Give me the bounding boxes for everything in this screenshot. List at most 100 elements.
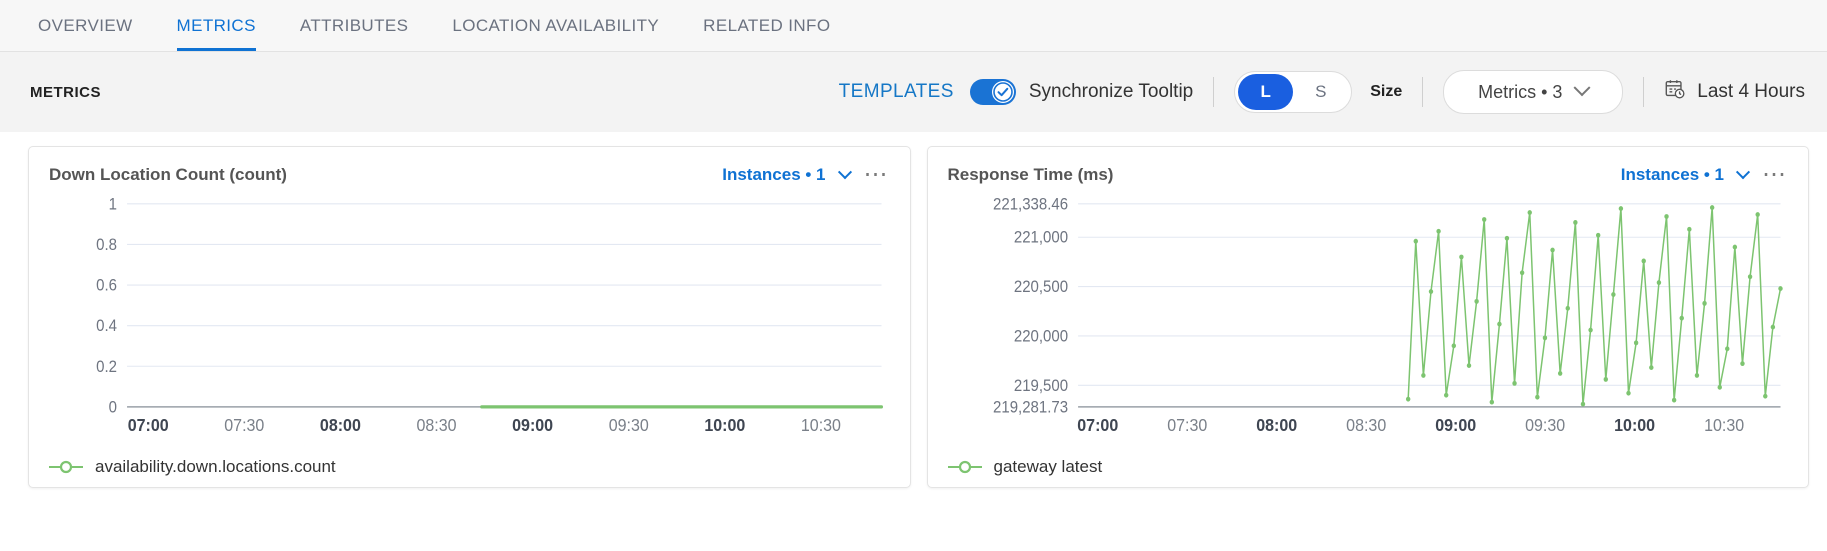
series-point — [1618, 206, 1623, 211]
instances-selector[interactable]: Instances • 1 — [722, 165, 825, 185]
tab-metrics[interactable]: METRICS — [155, 0, 278, 51]
tab-metrics-label: METRICS — [176, 15, 256, 35]
series-point — [1595, 232, 1600, 238]
series-point — [1572, 220, 1578, 225]
series-point — [1496, 321, 1502, 327]
x-axis-tick-label: 07:00 — [1077, 415, 1118, 435]
templates-button[interactable]: TEMPLATES — [839, 81, 954, 103]
size-label: Size — [1370, 83, 1403, 100]
metrics-dropdown-label: Metrics • 3 — [1478, 81, 1563, 102]
series-point — [1633, 340, 1638, 346]
chart-card-header: Down Location Count (count) Instances • … — [49, 163, 890, 187]
synchronize-tooltip-toggle[interactable] — [969, 79, 1016, 105]
series-point — [1443, 392, 1448, 398]
y-axis-tick-label: 0.4 — [96, 318, 117, 336]
instances-selector[interactable]: Instances • 1 — [1621, 165, 1724, 185]
chart-title: Down Location Count (count) — [49, 165, 287, 184]
y-axis-tick-label: 219,500 — [1013, 377, 1067, 395]
synchronize-tooltip-label: Synchronize Tooltip — [1028, 81, 1194, 102]
series-point — [1557, 371, 1562, 376]
series-point — [1641, 258, 1646, 264]
series-point — [1549, 247, 1555, 253]
chart-card-actions: Instances • 1 ⋯ — [722, 163, 890, 187]
y-axis-tick-label: 0 — [109, 399, 118, 417]
calendar-clock-icon — [1664, 78, 1686, 106]
series-point — [1451, 343, 1456, 349]
chevron-down-icon[interactable] — [1735, 165, 1751, 180]
ellipsis-icon[interactable]: ⋯ — [864, 163, 890, 187]
metrics-dropdown[interactable]: Metrics • 3 — [1443, 70, 1624, 114]
page-title: METRICS — [30, 83, 101, 101]
series-point — [1686, 226, 1692, 232]
series-point — [1511, 380, 1517, 386]
tab-related-info[interactable]: RELATED INFO — [681, 0, 852, 51]
series-point — [1458, 254, 1464, 260]
x-axis-tick-label: 08:00 — [320, 415, 361, 435]
y-axis-tick-label: 220,500 — [1013, 278, 1067, 296]
series-point — [1603, 376, 1608, 382]
series-point — [1534, 394, 1540, 400]
series-point — [1701, 300, 1707, 306]
x-axis-tick-label: 08:00 — [1256, 415, 1297, 435]
series-point — [1519, 270, 1524, 276]
tab-overview-label: OVERVIEW — [38, 15, 133, 35]
x-axis-tick-label: 10:30 — [801, 415, 841, 435]
chart-card-down-location-count: Down Location Count (count) Instances • … — [28, 146, 911, 488]
time-range-label: Last 4 Hours — [1697, 81, 1805, 102]
ellipsis-icon[interactable]: ⋯ — [1762, 163, 1788, 187]
series-point — [1709, 205, 1714, 211]
series-point — [1565, 305, 1570, 311]
legend-marker-icon — [49, 460, 83, 474]
tab-bar: OVERVIEW METRICS ATTRIBUTES LOCATION AVA… — [0, 0, 1827, 52]
series-point — [1625, 390, 1631, 396]
tab-location-availability-label: LOCATION AVAILABILITY — [452, 15, 660, 35]
series-point — [1671, 397, 1676, 403]
tab-related-info-label: RELATED INFO — [703, 15, 831, 35]
divider — [1213, 77, 1215, 107]
series-point — [1694, 372, 1699, 378]
chart-plot-down-location-count: 0 0.2 0.4 0.6 0.8 1 07:00 07:30 08:00 08:30 09:00 0… — [49, 195, 890, 451]
size-option-small[interactable]: S — [1293, 74, 1348, 110]
tab-location-availability[interactable]: LOCATION AVAILABILITY — [430, 0, 681, 51]
tab-attributes-label: ATTRIBUTES — [299, 15, 409, 35]
divider — [1643, 77, 1645, 107]
check-icon — [991, 81, 1014, 103]
chevron-down-icon — [1573, 79, 1591, 97]
size-option-large[interactable]: L — [1238, 74, 1294, 110]
series-point — [1428, 289, 1433, 294]
series-point — [1747, 274, 1752, 280]
x-axis-tick-label: 07:00 — [128, 415, 169, 435]
legend-label: gateway latest — [993, 457, 1103, 476]
x-axis-tick-label: 07:30 — [1167, 415, 1207, 435]
tab-attributes[interactable]: ATTRIBUTES — [278, 0, 431, 51]
time-range-picker[interactable]: Last 4 Hours — [1664, 78, 1805, 106]
series-point — [1473, 298, 1479, 304]
tab-overview[interactable]: OVERVIEW — [16, 0, 155, 51]
series-point — [1732, 244, 1737, 250]
chevron-down-icon[interactable] — [837, 165, 852, 180]
chart-card-actions: Instances • 1 ⋯ — [1621, 163, 1788, 187]
x-axis-tick-label: 09:30 — [1525, 415, 1565, 435]
series-point — [1413, 238, 1418, 244]
legend-label: availability.down.locations.count — [95, 457, 336, 476]
x-axis-tick-label: 07:30 — [224, 415, 264, 435]
series-point — [1435, 228, 1441, 234]
x-axis-tick-label: 08:30 — [416, 415, 456, 435]
toolbar-controls: TEMPLATES Synchronize Tooltip L S Size M… — [839, 70, 1805, 114]
series-point — [1610, 292, 1616, 297]
y-axis-tick-label: 221,338.46 — [993, 196, 1068, 214]
series-point — [1679, 315, 1684, 321]
series-point — [1580, 401, 1585, 407]
series-point — [1724, 346, 1729, 352]
chart-plot-response-time: 219,281.73 219,500 220,000 220,500 221,000 22… — [948, 195, 1789, 451]
chart-card-response-time: Response Time (ms) Instances • 1 ⋯ 219,2… — [926, 146, 1809, 488]
series-point — [1489, 399, 1494, 405]
legend-marker-icon — [947, 460, 982, 474]
x-axis-tick-label: 09:30 — [609, 415, 649, 435]
series-point — [1466, 363, 1471, 369]
y-axis-tick-label: 0.2 — [96, 358, 117, 376]
x-axis-tick-label: 10:00 — [704, 415, 745, 435]
size-segmented-control: L S — [1234, 71, 1353, 113]
x-axis-tick-label: 09:00 — [512, 415, 553, 435]
series-point — [1754, 212, 1760, 217]
